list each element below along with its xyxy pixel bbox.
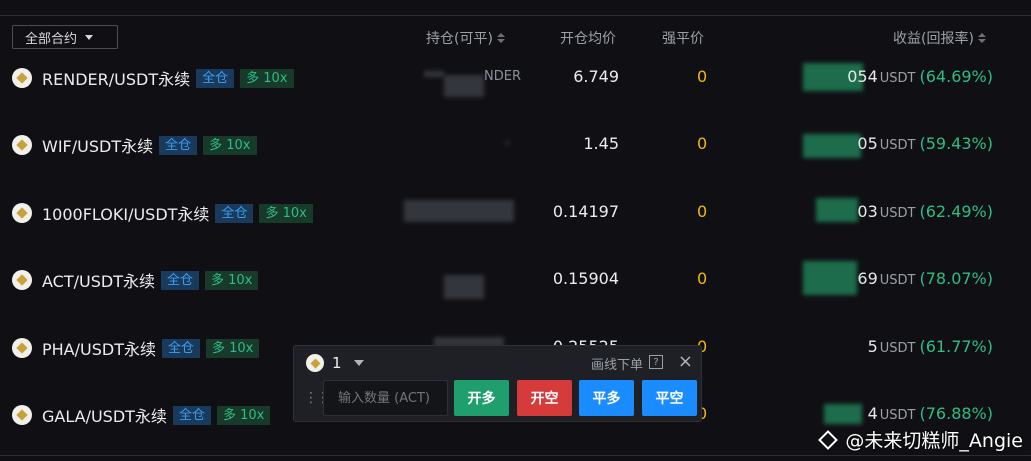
close-short-button[interactable]: 平空	[642, 380, 697, 416]
symbol-cell[interactable]: 1000FLOKI/USDT永续 全仓 多 10x	[42, 201, 313, 225]
table-header: 全部合约 持仓(可平) 开仓均价 强平价 收益(回报率)	[0, 16, 1031, 60]
pnl-cell: 4 USDT (76.88%)	[867, 404, 993, 423]
coin-logo-icon	[12, 68, 32, 88]
margin-mode-badge: 全仓	[196, 68, 235, 88]
symbol-cell[interactable]: PHA/USDT永续 全仓 多 10x	[42, 336, 260, 360]
pnl-cell: 03 USDT (62.49%)	[857, 202, 993, 221]
open-long-button[interactable]: 开多	[454, 380, 509, 416]
redacted-pnl	[803, 261, 857, 295]
leverage-badge: 多 10x	[203, 135, 257, 155]
column-header-liq-price: 强平价	[662, 31, 704, 47]
sort-icon	[977, 33, 986, 43]
sort-icon	[496, 33, 505, 43]
watermark: @未来切糕师_Angie	[818, 426, 1023, 453]
leverage-badge: 多 10x	[240, 68, 294, 88]
liq-price: 0	[697, 134, 708, 153]
close-icon[interactable]: ×	[678, 351, 693, 372]
entry-price: 0.14197	[552, 202, 619, 221]
coin-logo-icon	[306, 354, 324, 372]
margin-mode-badge: 全仓	[172, 405, 211, 425]
entry-price: 0.15904	[552, 269, 619, 288]
redacted-pnl	[824, 404, 862, 424]
contract-filter-dropdown[interactable]: 全部合约	[12, 25, 118, 49]
coin-logo-icon	[12, 203, 32, 223]
redacted-position	[424, 71, 444, 77]
redacted-position	[444, 275, 484, 299]
close-long-button[interactable]: 平多	[579, 380, 634, 416]
liq-price: 0	[697, 269, 708, 288]
redacted-position	[444, 75, 484, 97]
brand-diamond-icon	[818, 429, 839, 450]
margin-mode-badge: 全仓	[159, 135, 198, 155]
draw-order-label: 画线下单	[590, 358, 643, 373]
top-header-strip	[0, 0, 1031, 16]
column-header-position[interactable]: 持仓(可平)	[426, 28, 505, 48]
symbol-cell[interactable]: ACT/USDT永续 全仓 多 10x	[42, 268, 259, 292]
leverage-badge: 多 10x	[216, 405, 271, 425]
coin-logo-icon	[12, 405, 32, 425]
divider	[0, 455, 1031, 456]
redacted-pnl	[803, 134, 861, 158]
margin-mode-badge: 全仓	[161, 338, 200, 358]
liq-price: 0	[697, 202, 708, 221]
coin-logo-icon	[12, 135, 32, 155]
entry-price: 1.45	[583, 134, 619, 153]
leverage-badge: 多 10x	[204, 270, 259, 290]
open-short-button[interactable]: 开空	[517, 380, 572, 416]
symbol-cell[interactable]: WIF/USDT永续 全仓 多 10x	[42, 133, 257, 157]
contract-filter-label: 全部合约	[25, 31, 78, 47]
draw-order-panel: 1 画线下单 ? × ⋮⋮ 开多 开空 平多 平空	[293, 345, 702, 422]
column-header-pnl[interactable]: 收益(回报率)	[893, 28, 986, 48]
column-header-entry-price: 开仓均价	[560, 31, 616, 47]
redacted-position	[504, 142, 510, 144]
leverage-badge: 多 10x	[259, 203, 313, 223]
pnl-cell: 054 USDT (64.69%)	[847, 67, 993, 86]
pnl-cell: 69 USDT (78.07%)	[857, 269, 993, 288]
redacted-pnl	[816, 198, 858, 222]
redacted-position	[404, 200, 514, 222]
margin-mode-badge: 全仓	[160, 270, 199, 290]
leverage-badge: 多 10x	[206, 338, 260, 358]
multiplier-selector[interactable]: 1	[306, 354, 364, 372]
liq-price: 0	[697, 67, 708, 86]
table-row[interactable]: ACT/USDT永续 全仓 多 10x 0.15904 0 69 USDT (78.…	[0, 261, 1031, 301]
position-text: NDER	[484, 69, 521, 84]
table-row[interactable]: 1000FLOKI/USDT永续 全仓 多 10x 0.14197 0 03 US…	[0, 194, 1031, 234]
pnl-cell: 05 USDT (59.43%)	[857, 134, 993, 153]
coin-logo-icon	[12, 338, 32, 358]
table-row[interactable]: WIF/USDT永续 全仓 多 10x 1.45 0 05 USDT (59.43%…	[0, 126, 1031, 166]
margin-mode-badge: 全仓	[215, 203, 254, 223]
chevron-down-icon	[85, 34, 94, 40]
entry-price: 6.749	[573, 67, 619, 86]
quantity-input[interactable]	[323, 380, 448, 416]
pnl-cell: 5 USDT (61.77%)	[867, 337, 993, 356]
help-icon[interactable]: ?	[649, 355, 663, 369]
table-row[interactable]: RENDER/USDT永续 全仓 多 10x NDER 6.749 0 054 U…	[0, 59, 1031, 99]
chevron-down-icon	[353, 360, 364, 366]
coin-logo-icon	[12, 270, 32, 290]
symbol-cell[interactable]: RENDER/USDT永续 全仓 多 10x	[42, 66, 294, 90]
symbol-cell[interactable]: GALA/USDT永续 全仓 多 10x	[42, 403, 271, 427]
